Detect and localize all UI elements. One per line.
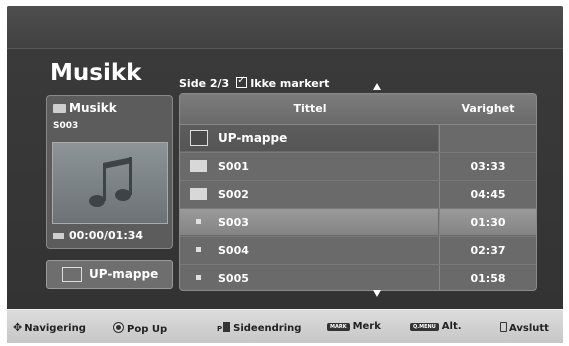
preview-panel: Musikk S003 00:00/01:34 <box>46 95 173 249</box>
music-file-icon <box>196 247 201 252</box>
folder-icon <box>53 104 66 113</box>
page-info: Side 2/3 Ikke markert <box>179 75 330 90</box>
list-item-name: S002 <box>218 188 249 201</box>
file-list: Tittel Varighet UP-mappe S001 03:33 S002… <box>179 93 537 291</box>
list-item-duration: 01:30 <box>470 216 506 229</box>
list-item[interactable]: S002 04:45 <box>180 181 536 209</box>
scroll-up-icon[interactable] <box>373 83 381 90</box>
footer-popup: Pop Up <box>113 321 167 335</box>
checkbox-icon <box>236 75 248 88</box>
scroll-down-icon[interactable] <box>373 290 381 297</box>
list-item-up-folder[interactable]: UP-mappe <box>180 125 536 153</box>
mark-status: Ikke markert <box>250 77 330 90</box>
ok-button-icon <box>113 322 124 333</box>
progress-bar-icon <box>53 233 64 239</box>
folder-icon <box>190 160 207 172</box>
column-title: Tittel <box>293 102 327 115</box>
footer-page-change: P Sideendring <box>217 322 302 334</box>
music-file-icon <box>196 219 201 224</box>
up-folder-button-label: UP-mappe <box>89 267 159 281</box>
music-browser-screen: Musikk Side 2/3 Ikke markert Musikk S003 … <box>7 6 563 343</box>
playback-time: 00:00/01:34 <box>53 229 143 242</box>
list-item-duration <box>440 125 536 132</box>
footer-mark: MARK Merk <box>327 321 381 332</box>
button-guide-bar: ✥ Navigering Pop Up P Sideendring MARK Merk… <box>7 309 563 343</box>
list-item[interactable]: S004 02:37 <box>180 237 536 265</box>
footer-navigate: ✥ Navigering <box>13 321 86 334</box>
column-duration: Varighet <box>461 102 515 115</box>
list-item[interactable]: S001 03:33 <box>180 153 536 181</box>
music-note-icon <box>89 157 132 207</box>
up-folder-icon <box>190 130 208 146</box>
list-item-duration: 04:45 <box>470 188 506 201</box>
navigation-arrows-icon: ✥ <box>13 321 23 334</box>
folder-icon <box>190 188 207 200</box>
up-folder-button[interactable]: UP-mappe <box>46 260 173 289</box>
list-item-selected[interactable]: S003 01:30 <box>180 209 536 237</box>
list-item-name: S003 <box>218 216 249 229</box>
list-item-name: UP-mappe <box>218 131 288 145</box>
footer-exit: Avslutt <box>500 321 549 334</box>
top-bar <box>7 6 563 49</box>
list-item-name: S005 <box>218 272 249 285</box>
mark-key-icon: MARK <box>327 323 350 331</box>
list-item-name: S001 <box>218 160 249 173</box>
album-art <box>52 142 168 224</box>
list-item[interactable]: S005 01:58 <box>180 265 536 290</box>
list-item-duration: 02:37 <box>470 244 506 257</box>
page-key-icon <box>223 322 231 332</box>
preview-code: S003 <box>53 121 79 131</box>
music-file-icon <box>196 275 201 280</box>
footer-options: Q.MENU Alt. <box>410 321 462 332</box>
up-folder-icon <box>62 267 82 282</box>
list-header: Tittel Varighet <box>180 94 536 125</box>
time-text: 00:00/01:34 <box>69 229 144 242</box>
list-item-name: S004 <box>218 244 249 257</box>
page-key-label: P <box>217 325 223 333</box>
page-title: Musikk <box>50 60 142 86</box>
page-indicator: Side 2/3 <box>179 77 230 90</box>
preview-folder-label: Musikk <box>69 101 117 115</box>
preview-folder: Musikk <box>53 101 117 115</box>
exit-key-icon <box>500 322 507 332</box>
qmenu-key-icon: Q.MENU <box>410 323 439 331</box>
list-item-duration: 01:58 <box>470 272 506 285</box>
list-item-duration: 03:33 <box>470 160 506 173</box>
